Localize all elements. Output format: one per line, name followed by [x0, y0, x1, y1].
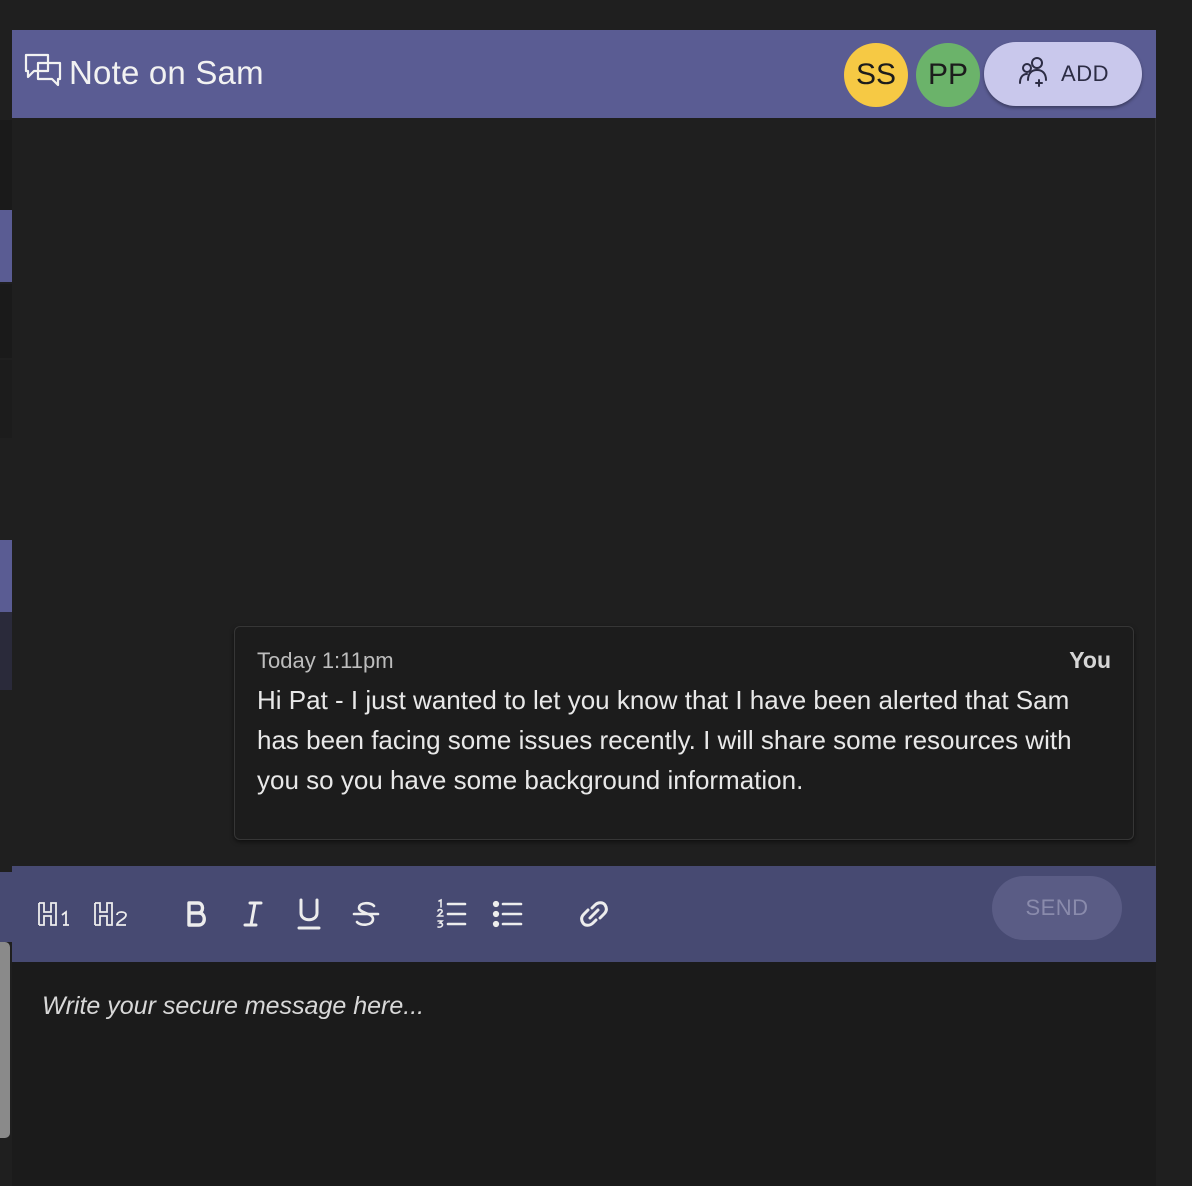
- heading-2-icon[interactable]: [92, 896, 130, 932]
- strip-item: [0, 284, 12, 358]
- message-input[interactable]: [42, 986, 1122, 1026]
- page-title: Note on Sam: [69, 54, 264, 91]
- message-timestamp: Today 1:11pm: [257, 647, 394, 673]
- strikethrough-icon[interactable]: [350, 896, 382, 932]
- add-user-icon: [1017, 54, 1051, 94]
- strip-item: [0, 120, 12, 210]
- link-icon[interactable]: [578, 896, 610, 932]
- avatar-ss[interactable]: SS: [844, 43, 908, 107]
- strip-item: [0, 872, 12, 942]
- note-panel: Note on Sam SS PP ADD Today 1:11pm You H…: [12, 30, 1156, 1186]
- add-button-label: ADD: [1061, 61, 1109, 86]
- message-thread: Today 1:11pm You Hi Pat - I just wanted …: [12, 118, 1156, 866]
- bold-icon[interactable]: [182, 896, 212, 932]
- message-composer: [12, 962, 1156, 1186]
- scrollbar-handle[interactable]: [0, 942, 10, 1138]
- formatting-toolbar: SEND: [12, 866, 1156, 962]
- note-header: Note on Sam SS PP ADD: [12, 30, 1156, 118]
- strip-item-selected: [0, 540, 12, 612]
- send-button-label: SEND: [1025, 895, 1089, 920]
- avatar-initials: SS: [855, 58, 897, 91]
- avatar-initials: PP: [927, 58, 969, 91]
- message-text: Hi Pat - I just wanted to let you know t…: [257, 685, 1072, 795]
- bullet-list-icon[interactable]: [492, 896, 524, 932]
- heading-1-icon[interactable]: [36, 896, 74, 932]
- strip-item: [0, 612, 12, 690]
- send-button[interactable]: SEND: [992, 876, 1122, 940]
- strip-item-selected: [0, 210, 12, 282]
- message-author: You: [1069, 647, 1111, 673]
- ordered-list-icon[interactable]: [436, 896, 468, 932]
- chat-bubbles-icon: [24, 52, 62, 88]
- strip-item: [0, 360, 12, 438]
- italic-icon[interactable]: [240, 896, 266, 932]
- avatar-pp[interactable]: PP: [916, 43, 980, 107]
- message-meta: Today 1:11pm You: [257, 647, 1111, 674]
- message-bubble: Today 1:11pm You Hi Pat - I just wanted …: [234, 626, 1134, 840]
- add-participant-button[interactable]: ADD: [984, 42, 1142, 106]
- underline-icon[interactable]: [294, 896, 324, 932]
